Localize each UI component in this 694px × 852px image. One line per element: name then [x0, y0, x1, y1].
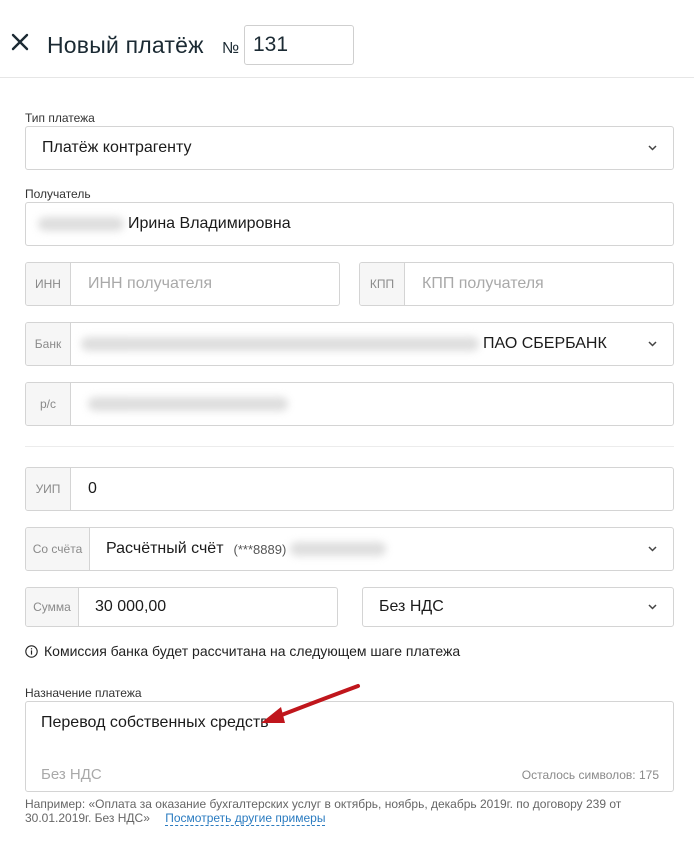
account-input[interactable]: р/с: [25, 382, 674, 426]
commission-note-text: Комиссия банка будет рассчитана на следу…: [44, 643, 461, 659]
page-header: Новый платёж №: [0, 0, 694, 78]
kpp-prefix: КПП: [360, 263, 405, 305]
from-account-prefix: Со счёта: [26, 528, 90, 570]
payment-type-select[interactable]: Платёж контрагенту: [25, 126, 674, 170]
amount-prefix: Сумма: [26, 588, 79, 626]
close-icon[interactable]: [10, 32, 30, 52]
redacted-text: [38, 217, 124, 231]
chevron-down-icon: [648, 145, 657, 151]
page-title: Новый платёж: [47, 32, 204, 58]
from-account-value: Расчётный счёт: [106, 540, 224, 557]
chevron-down-icon: [648, 341, 657, 347]
account-prefix: р/с: [26, 383, 71, 425]
uip-prefix: УИП: [26, 468, 71, 510]
uip-value: 0: [88, 480, 97, 497]
payment-type-value: Платёж контрагенту: [42, 139, 192, 156]
recipient-input[interactable]: Ирина Владимировна: [25, 202, 674, 246]
redacted-text: [88, 397, 288, 411]
chevron-down-icon: [648, 604, 657, 610]
purpose-vat-line: Без НДС: [41, 766, 102, 783]
section-divider: [25, 446, 674, 447]
inn-input[interactable]: ИНН ИНН получателя: [25, 262, 340, 306]
redacted-text: [81, 337, 479, 351]
recipient-label: Получатель: [25, 187, 91, 201]
payment-number-input[interactable]: [244, 25, 354, 65]
bank-prefix: Банк: [26, 323, 71, 365]
number-sign: №: [222, 40, 240, 57]
from-account-select[interactable]: Со счёта Расчётный счёт (***8889): [25, 527, 674, 571]
kpp-placeholder: КПП получателя: [422, 275, 544, 292]
purpose-value: Перевод собственных средств: [41, 714, 269, 731]
amount-input[interactable]: Сумма 30 000,00: [25, 587, 338, 627]
uip-input[interactable]: УИП 0: [25, 467, 674, 511]
from-account-masked: (***8889): [233, 541, 287, 557]
vat-value: Без НДС: [379, 598, 444, 615]
amount-value: 30 000,00: [95, 598, 167, 615]
char-counter: Осталось символов: 175: [521, 768, 659, 782]
more-examples-link[interactable]: Посмотреть другие примеры: [165, 811, 326, 826]
kpp-input[interactable]: КПП КПП получателя: [359, 262, 674, 306]
chevron-down-icon: [648, 546, 657, 552]
redacted-text: [290, 542, 387, 556]
annotation-arrow-icon: [261, 684, 360, 723]
bank-value: ПАО СБЕРБАНК: [483, 335, 607, 352]
inn-prefix: ИНН: [26, 263, 71, 305]
commission-note: Комиссия банка будет рассчитана на следу…: [25, 643, 460, 659]
recipient-value: Ирина Владимировна: [128, 215, 291, 232]
payment-type-label: Тип платежа: [25, 111, 95, 125]
vat-select[interactable]: Без НДС: [362, 587, 674, 627]
purpose-label: Назначение платежа: [25, 686, 142, 700]
inn-placeholder: ИНН получателя: [88, 275, 212, 292]
purpose-hint: Например: «Оплата за оказание бухгалтерс…: [25, 797, 625, 826]
info-icon: [25, 644, 38, 658]
bank-select[interactable]: Банк ПАО СБЕРБАНК: [25, 322, 674, 366]
